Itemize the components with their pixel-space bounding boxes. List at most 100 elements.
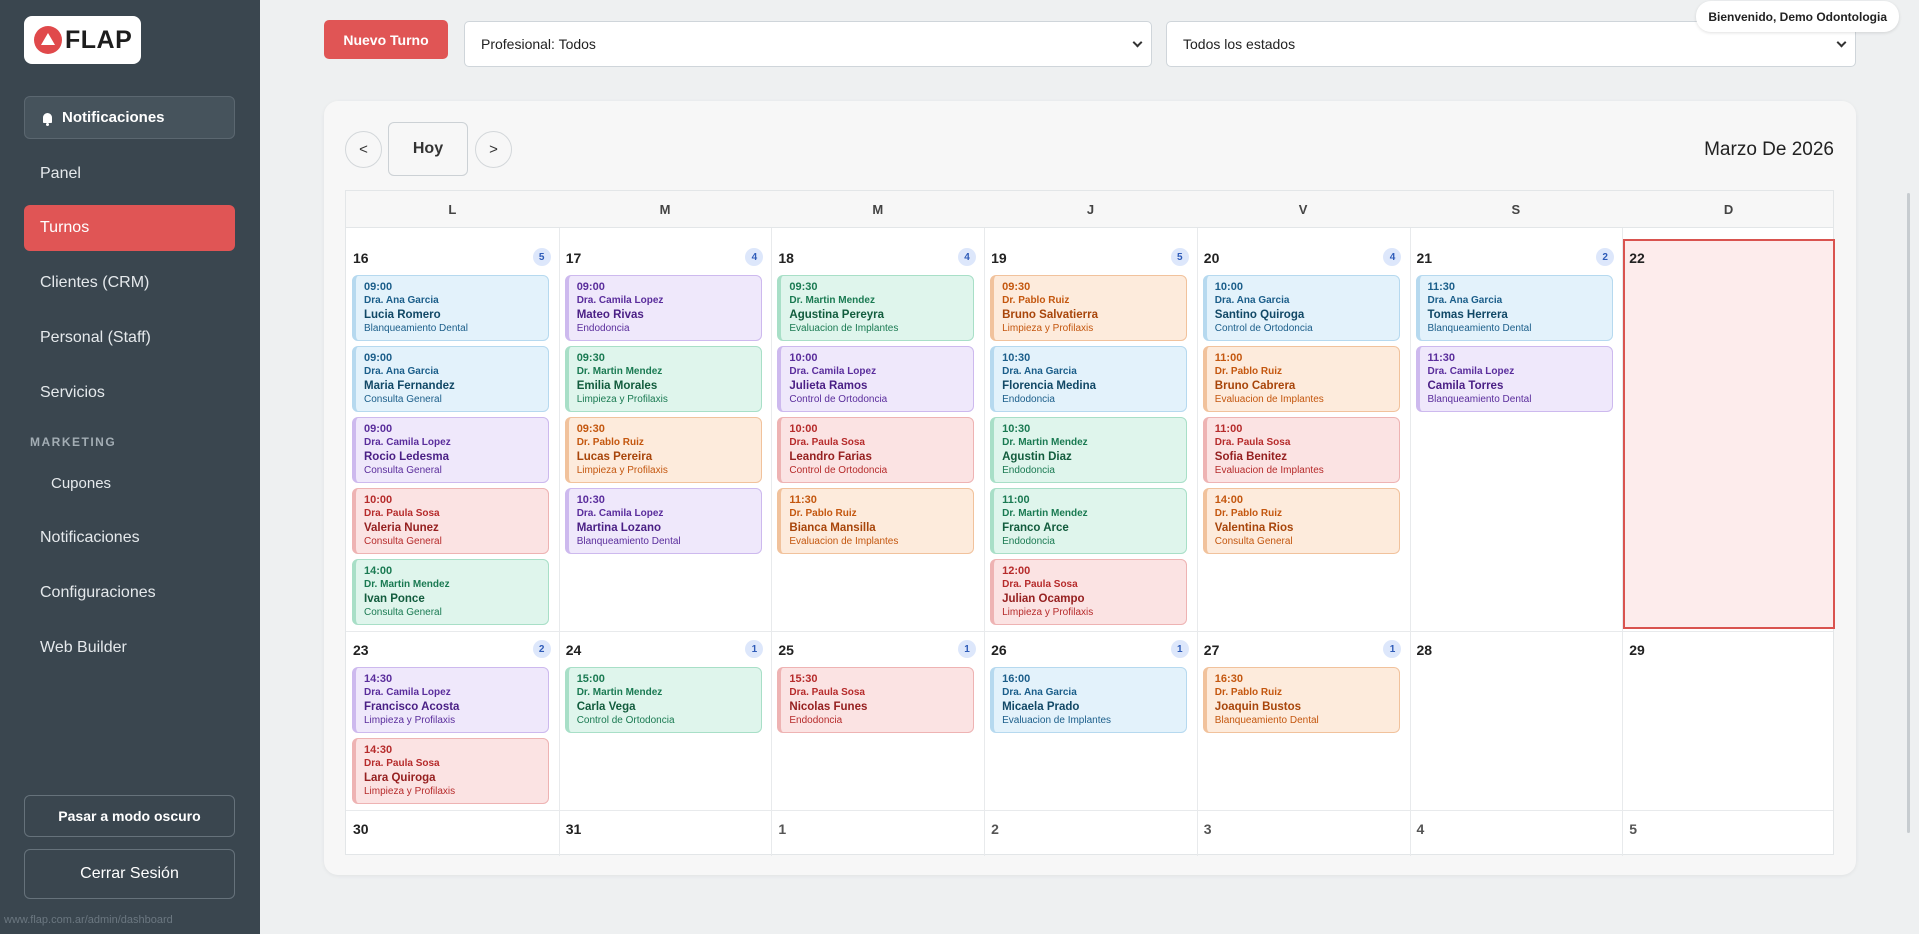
appointment-card[interactable]: 10:00 Dra. Ana Garcia Santino Quiroga Contr… [1202,275,1400,341]
scrollbar-track[interactable] [1907,193,1910,833]
appointment-service: Endodoncia [789,715,843,726]
day-number: 16 [353,250,369,266]
day-number: 17 [565,250,582,266]
appointment-card[interactable]: 10:00 Dra. Paula Sosa Leandro Farias Contro… [777,417,975,483]
day-number: 27 [1203,642,1220,658]
day-number: 20 [1203,250,1220,266]
day-cell[interactable]: 5 [1622,810,1835,855]
sidebar-item-personal[interactable]: Personal (Staff) [24,315,235,361]
appointment-time: 14:30 [364,744,393,756]
day-cell[interactable]: 17 4 09:00 Dra. Camila Lopez Mateo Rivas Endo… [559,239,772,631]
appointment-card[interactable]: 12:00 Dra. Paula Sosa Julian Ocampo Limpiez… [990,559,1188,625]
sidebar-item-panel[interactable]: Panel [24,151,235,197]
day-cell[interactable]: 1 [771,810,984,855]
appointment-card[interactable]: 09:30 Dr. Pablo Ruiz Lucas Pereira Limpieza… [564,417,762,483]
appointment-card[interactable]: 14:00 Dr. Martin Mendez Ivan Ponce Consulta… [352,559,549,625]
appointment-card[interactable]: 11:30 Dra. Camila Lopez Camila Torres Blanq… [1415,346,1613,412]
appointment-service: Control de Ortodoncia [576,715,675,726]
appointment-service: Endodoncia [1002,536,1055,547]
day-cell[interactable]: 21 2 11:30 Dra. Ana Garcia Tomas Herrera Blan… [1410,239,1623,631]
appointment-card[interactable]: 09:30 Dr. Martin Mendez Emilia Morales Limp… [564,346,762,412]
weekday-label: L [448,202,457,217]
new-appointment-button[interactable]: Nuevo Turno [324,20,448,59]
appointment-card[interactable]: 16:00 Dra. Ana Garcia Micaela Prado Evaluac… [990,667,1188,733]
appointment-card[interactable]: 11:00 Dra. Paula Sosa Sofia Benitez Evaluac… [1202,417,1400,483]
appointment-card[interactable]: 10:30 Dra. Camila Lopez Martina Lozano Blan… [564,488,762,554]
sidebar-item-turnos[interactable]: Turnos [24,205,235,251]
dark-mode-button[interactable]: Pasar a modo oscuro [24,795,235,837]
day-cell[interactable]: 24 1 15:00 Dr. Martin Mendez Carla Vega Contr… [559,631,772,810]
sidebar-item-cupones[interactable]: Cupones [51,475,111,492]
sidebar-item-web-builder[interactable]: Web Builder [24,625,235,671]
logo[interactable]: FLAP [24,16,141,64]
appointment-card[interactable]: 10:30 Dr. Martin Mendez Agustin Diaz Endodo… [990,417,1188,483]
day-cell[interactable]: 25 1 15:30 Dra. Paula Sosa Nicolas Funes Endo… [771,631,984,810]
appointment-card[interactable]: 09:00 Dra. Camila Lopez Rocio Ledesma Consu… [352,417,549,483]
day-cell[interactable]: 30 [346,810,559,855]
notifications-button[interactable]: Notificaciones [24,96,235,139]
day-cell[interactable]: 31 [559,810,772,855]
today-button[interactable]: Hoy [388,122,468,176]
appointment-card[interactable]: 11:00 Dr. Pablo Ruiz Bruno Cabrera Evaluaci… [1202,346,1400,412]
appointment-doctor: Dr. Pablo Ruiz [789,508,857,519]
appointment-time: 10:00 [364,494,393,506]
day-cell[interactable]: 16 5 09:00 Dra. Ana Garcia Lucia Romero Blanq… [346,239,559,631]
day-cell[interactable]: 23 2 14:30 Dra. Camila Lopez Francisco Acost… [346,631,559,810]
appointment-card[interactable]: 09:00 Dra. Camila Lopez Mateo Rivas Endodon… [564,275,762,341]
appointment-card[interactable]: 09:30 Dr. Pablo Ruiz Bruno Salvatierra Limp… [990,275,1188,341]
appointment-card[interactable]: 11:00 Dr. Martin Mendez Franco Arce Endodon… [990,488,1188,554]
appointment-card[interactable]: 14:30 Dra. Camila Lopez Francisco Acosta Li… [352,667,549,733]
appointment-card[interactable]: 10:00 Dra. Paula Sosa Valeria Nunez Consult… [352,488,549,554]
day-cell[interactable]: 4 [1410,810,1623,855]
appointment-time: 15:30 [789,673,818,685]
sidebar-item-servicios[interactable]: Servicios [24,370,235,416]
day-cell[interactable]: 27 1 16:30 Dr. Pablo Ruiz Joaquin Bustos Blan… [1197,631,1410,810]
day-cell[interactable]: 29 [1622,631,1835,810]
day-cell[interactable]: 2 [984,810,1197,855]
appointment-service: Evaluacion de Implantes [789,323,899,334]
day-cell[interactable]: 26 1 16:00 Dra. Ana Garcia Micaela Prado Eval… [984,631,1197,810]
day-cell[interactable]: 28 [1410,631,1623,810]
day-cell[interactable]: 19 5 09:30 Dr. Pablo Ruiz Bruno Salvatierra L… [984,239,1197,631]
prev-month-button[interactable]: < [345,131,382,168]
appointment-time: 10:30 [576,494,605,506]
day-cell[interactable]: 20 4 10:00 Dra. Ana Garcia Santino Quiroga Co… [1197,239,1410,631]
sidebar-item-configuraciones[interactable]: Configuraciones [24,570,235,616]
appointment-count-badge: 1 [1170,640,1189,658]
logout-button[interactable]: Cerrar Sesión [24,849,235,899]
appointment-patient: Maria Fernandez [364,380,455,392]
appointment-time: 09:30 [576,352,605,364]
appointment-card[interactable]: 14:00 Dr. Pablo Ruiz Valentina Rios Consult… [1202,488,1400,554]
appointment-doctor: Dra. Ana Garcia [364,366,439,377]
day-number: 23 [353,642,369,658]
next-month-button[interactable]: > [475,131,512,168]
appointment-card[interactable]: 14:30 Dra. Paula Sosa Lara Quiroga Limpieza… [352,738,549,804]
appointment-doctor: Dra. Paula Sosa [364,508,440,519]
appointment-card[interactable]: 10:00 Dra. Camila Lopez Julieta Ramos Contr… [777,346,975,412]
appointment-card[interactable]: 11:30 Dr. Pablo Ruiz Bianca Mansilla Evalua… [777,488,975,554]
day-cell[interactable]: 22 [1622,239,1835,631]
day-cell[interactable]: 18 4 09:30 Dr. Martin Mendez Agustina Pereyr… [771,239,984,631]
appointment-card[interactable]: 15:00 Dr. Martin Mendez Carla Vega Control … [564,667,762,733]
appointment-patient: Camila Torres [1427,380,1504,392]
appointment-doctor: Dra. Paula Sosa [1214,437,1291,448]
appointment-card[interactable]: 11:30 Dra. Ana Garcia Tomas Herrera Blanque… [1415,275,1613,341]
appointment-card[interactable]: 09:30 Dr. Martin Mendez Agustina Pereyra Ev… [777,275,975,341]
appointment-card[interactable]: 15:30 Dra. Paula Sosa Nicolas Funes Endodon… [777,667,975,733]
professional-select[interactable]: Profesional: Todos [464,21,1152,67]
day-cell[interactable]: 3 [1197,810,1410,855]
appointment-card[interactable]: 16:30 Dr. Pablo Ruiz Joaquin Bustos Blanque… [1202,667,1400,733]
day-number: 31 [565,821,582,837]
appointment-service: Endodoncia [1002,465,1055,476]
appointment-card[interactable]: 09:00 Dra. Ana Garcia Lucia Romero Blanquea… [352,275,549,341]
appointment-doctor: Dr. Pablo Ruiz [1214,366,1283,377]
appointment-service: Control de Ortodoncia [789,465,888,476]
appointment-patient: Valeria Nunez [364,522,439,534]
day-number: 26 [991,642,1007,658]
weekday-label: V [1298,202,1308,217]
appointment-doctor: Dr. Pablo Ruiz [576,437,644,448]
appointment-card[interactable]: 10:30 Dra. Ana Garcia Florencia Medina Endo… [990,346,1188,412]
sidebar-item-clientes[interactable]: Clientes (CRM) [24,260,235,306]
appointment-card[interactable]: 09:00 Dra. Ana Garcia Maria Fernandez Consu… [352,346,549,412]
sidebar-item-notificaciones[interactable]: Notificaciones [24,515,235,561]
